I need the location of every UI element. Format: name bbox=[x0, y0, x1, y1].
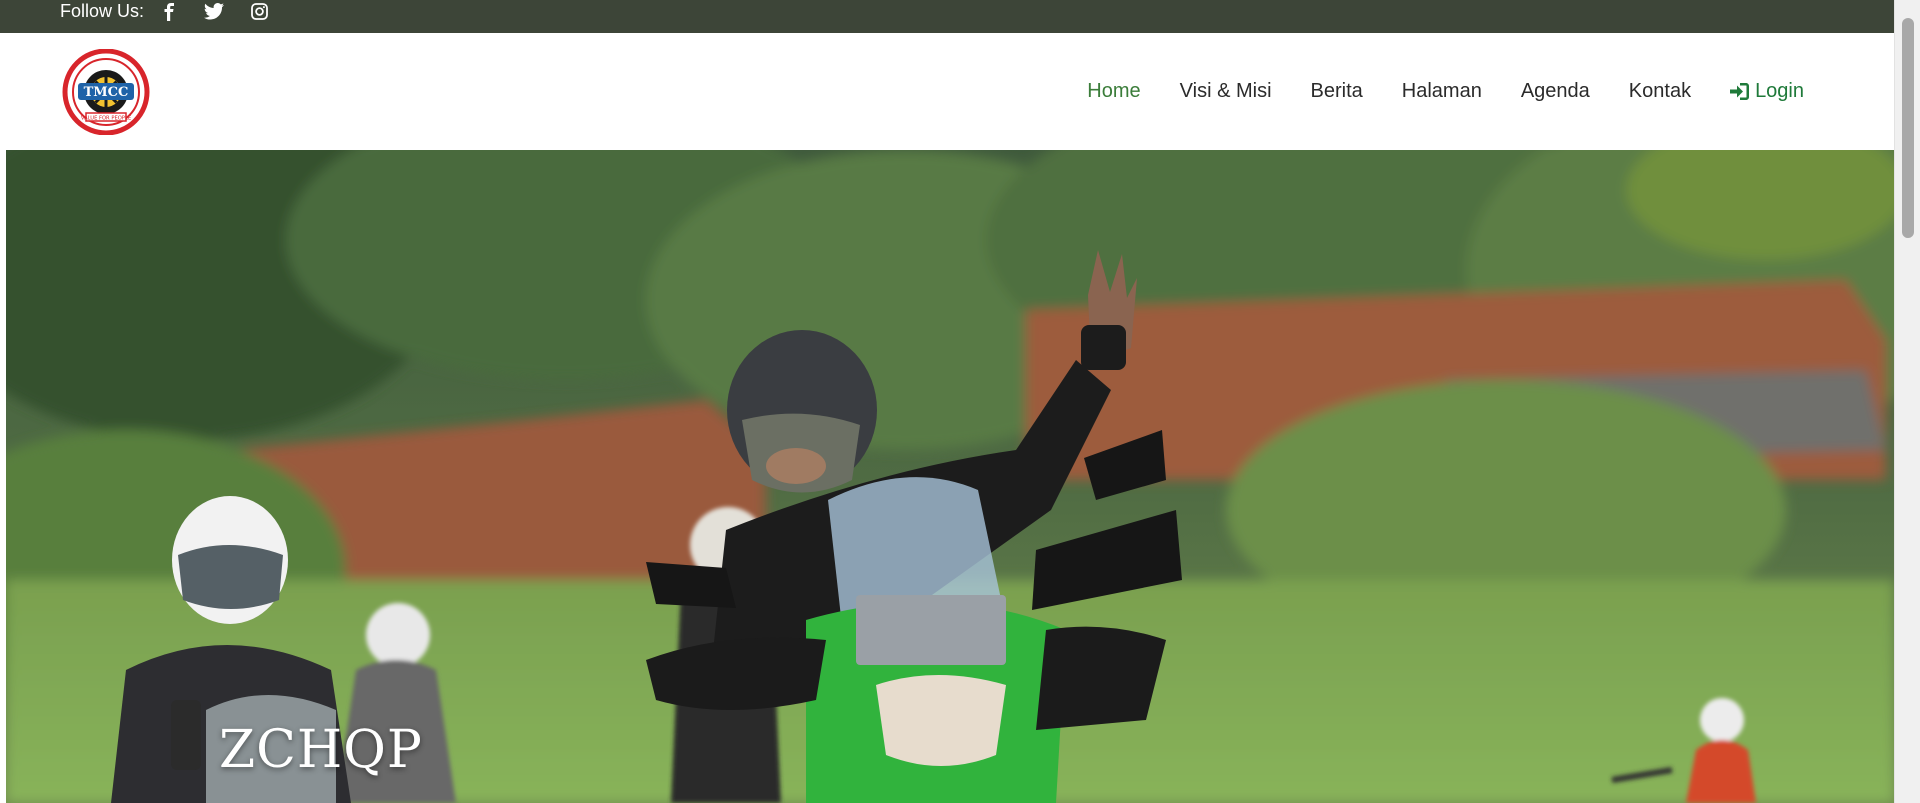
logo-text: TMCC bbox=[84, 85, 129, 100]
nav-login[interactable]: Login bbox=[1730, 80, 1804, 103]
site-header: TMCC VALUE FOR PEOPLE Home Visi & Misi B… bbox=[6, 33, 1894, 150]
facebook-icon[interactable] bbox=[154, 1, 184, 23]
nav-halaman[interactable]: Halaman bbox=[1402, 80, 1482, 103]
logo-motto: VALUE FOR PEOPLE bbox=[81, 116, 131, 122]
nav-kontak[interactable]: Kontak bbox=[1629, 80, 1691, 103]
site-logo[interactable]: TMCC VALUE FOR PEOPLE bbox=[60, 48, 152, 136]
nav-visi-misi[interactable]: Visi & Misi bbox=[1180, 80, 1272, 103]
instagram-icon[interactable] bbox=[244, 1, 274, 23]
sign-in-icon bbox=[1730, 83, 1750, 100]
nav-login-label: Login bbox=[1755, 80, 1804, 102]
twitter-icon[interactable] bbox=[199, 1, 229, 23]
hero-title: ZCHQP bbox=[219, 720, 423, 780]
follow-us-label: Follow Us: bbox=[60, 1, 145, 21]
follow-us: Follow Us: bbox=[60, 0, 289, 23]
nav-agenda[interactable]: Agenda bbox=[1521, 80, 1590, 103]
top-bar: Follow Us: bbox=[0, 0, 1894, 33]
hero-banner: ZCHQP bbox=[6, 150, 1894, 803]
nav-home[interactable]: Home bbox=[1087, 80, 1140, 103]
scrollbar-thumb[interactable] bbox=[1902, 18, 1914, 238]
page-scrollbar[interactable] bbox=[1894, 0, 1920, 803]
hero-photo bbox=[6, 150, 1894, 803]
main-nav: Home Visi & Misi Berita Halaman Agenda K… bbox=[1048, 33, 1804, 150]
nav-berita[interactable]: Berita bbox=[1311, 80, 1363, 103]
